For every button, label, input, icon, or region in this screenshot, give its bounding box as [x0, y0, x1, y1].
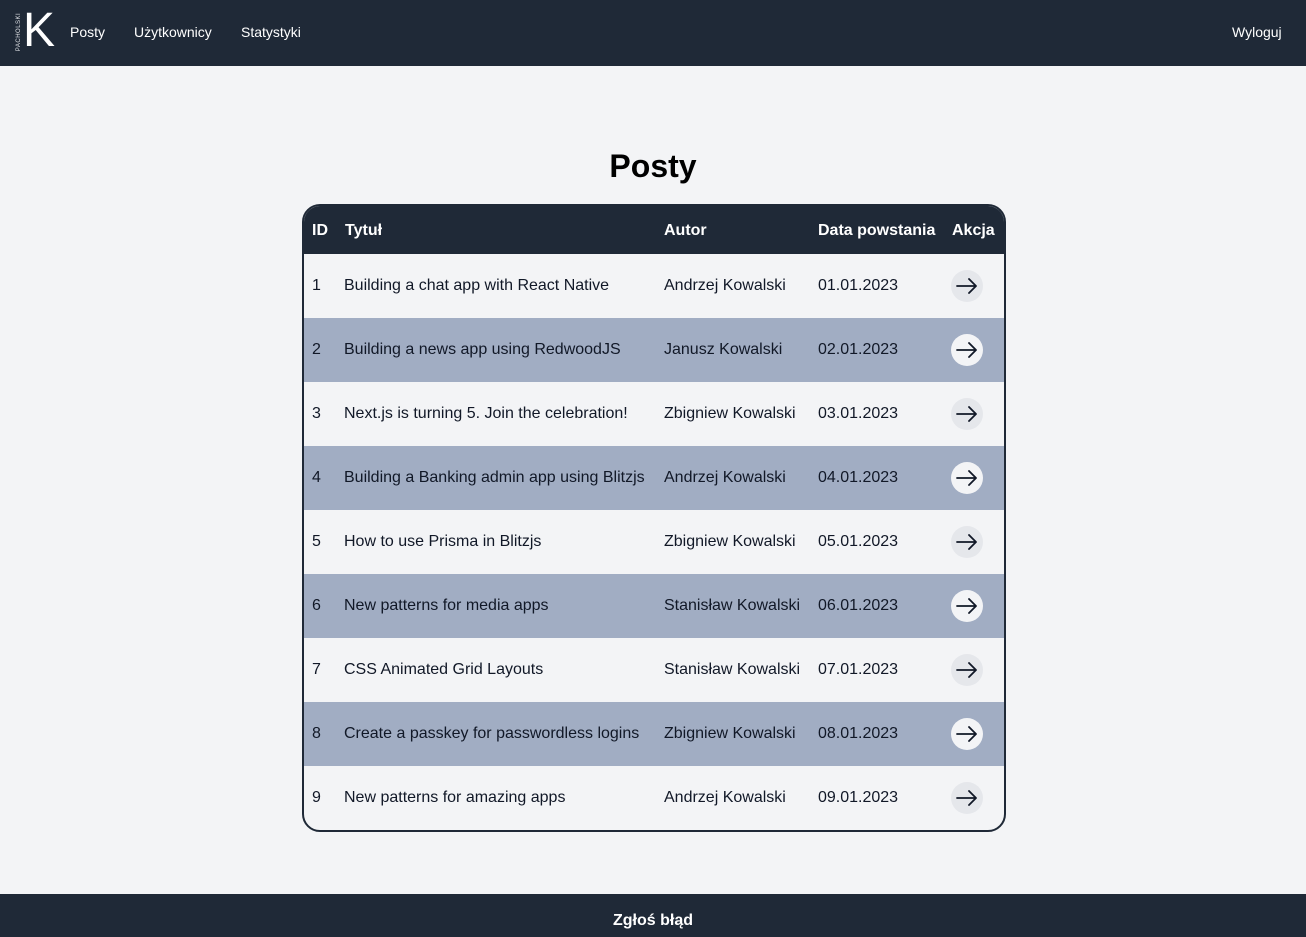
open-post-button[interactable]	[951, 590, 983, 622]
table-row: 4 Building a Banking admin app using Blit…	[304, 446, 1004, 510]
header-id: ID	[312, 222, 328, 239]
arrow-right-icon	[956, 790, 978, 806]
cell-title: How to use Prisma in Blitzjs	[344, 533, 542, 550]
cell-author: Zbigniew Kowalski	[664, 533, 796, 550]
logo-letter: K	[23, 4, 56, 57]
open-post-button[interactable]	[951, 398, 983, 430]
cell-title: Building a chat app with React Native	[344, 277, 610, 294]
header-title: Tytuł	[345, 222, 383, 239]
cell-date: 07.01.2023	[818, 661, 899, 678]
table-row: 3 Next.js is turning 5. Join the celebrat…	[304, 382, 1004, 446]
cell-title: New patterns for amazing apps	[344, 789, 566, 806]
cell-author: Andrzej Kowalski	[664, 789, 786, 806]
cell-title: Building a news app using RedwoodJS	[344, 341, 621, 358]
header-author: Autor	[664, 222, 707, 239]
table-row: 7 CSS Animated Grid Layouts Stanisław Kowa…	[304, 638, 1004, 702]
cell-title: New patterns for media apps	[344, 597, 549, 614]
logo-wordmark: PACHOLSKI	[16, 12, 22, 52]
nav-item-posts[interactable]: Posty	[70, 24, 105, 40]
table-header: ID Tytuł Autor Data powstania Akcja	[304, 206, 1004, 254]
cell-date: 02.01.2023	[818, 341, 899, 358]
open-post-button[interactable]	[951, 270, 983, 302]
cell-id: 1	[312, 277, 321, 294]
open-post-button[interactable]	[951, 334, 983, 366]
cell-author: Andrzej Kowalski	[664, 277, 786, 294]
footer: Zgłoś błąd	[0, 894, 1306, 937]
cell-author: Andrzej Kowalski	[664, 469, 786, 486]
top-navbar: PACHOLSKI K Posty Użytkownicy Statystyki…	[0, 0, 1306, 66]
cell-author: Janusz Kowalski	[664, 341, 783, 358]
cell-date: 05.01.2023	[818, 533, 899, 550]
table-row: 5 How to use Prisma in Blitzjs Zbigniew Ko…	[304, 510, 1004, 574]
table-row: 8 Create a passkey for passwordless login…	[304, 702, 1004, 766]
cell-id: 3	[312, 405, 321, 422]
cell-date: 01.01.2023	[818, 277, 899, 294]
open-post-button[interactable]	[951, 526, 983, 558]
cell-title: Create a passkey for passwordless logins	[344, 725, 640, 742]
arrow-right-icon	[956, 534, 978, 550]
open-post-button[interactable]	[951, 462, 983, 494]
open-post-button[interactable]	[951, 654, 983, 686]
logout-link[interactable]: Wyloguj	[1232, 24, 1282, 40]
cell-date: 06.01.2023	[818, 597, 899, 614]
cell-date: 03.01.2023	[818, 405, 899, 422]
cell-date: 04.01.2023	[818, 469, 899, 486]
cell-title: Next.js is turning 5. Join the celebrati…	[344, 405, 628, 422]
nav-item-users[interactable]: Użytkownicy	[134, 24, 212, 40]
cell-id: 7	[312, 661, 321, 678]
cell-author: Zbigniew Kowalski	[664, 725, 796, 742]
arrow-right-icon	[956, 278, 978, 294]
table-row: 2 Building a news app using RedwoodJS Janu…	[304, 318, 1004, 382]
arrow-right-icon	[956, 726, 978, 742]
cell-id: 2	[312, 341, 321, 358]
cell-date: 08.01.2023	[818, 725, 899, 742]
cell-title: CSS Animated Grid Layouts	[344, 661, 544, 678]
nav-item-statistics[interactable]: Statystyki	[241, 24, 301, 40]
cell-date: 09.01.2023	[818, 789, 899, 806]
open-post-button[interactable]	[951, 782, 983, 814]
header-action: Akcja	[952, 222, 995, 239]
arrow-right-icon	[956, 406, 978, 422]
cell-title: Building a Banking admin app using Blitz…	[344, 469, 645, 486]
arrow-right-icon	[956, 342, 978, 358]
header-date: Data powstania	[818, 222, 936, 239]
table-row: 9 New patterns for amazing apps Andrzej Ko…	[304, 766, 1004, 830]
cell-id: 5	[312, 533, 321, 550]
cell-author: Stanisław Kowalski	[664, 661, 801, 678]
page-title: Posty	[609, 148, 697, 184]
cell-id: 9	[312, 789, 321, 806]
cell-author: Stanisław Kowalski	[664, 597, 801, 614]
open-post-button[interactable]	[951, 718, 983, 750]
logo[interactable]: PACHOLSKI K	[12, 4, 56, 57]
cell-id: 8	[312, 725, 321, 742]
arrow-right-icon	[956, 598, 978, 614]
table-row: 6 New patterns for media apps Stanisław Ko…	[304, 574, 1004, 638]
table-row: 1 Building a chat app with React Native An…	[304, 254, 1004, 318]
cell-author: Zbigniew Kowalski	[664, 405, 796, 422]
cell-id: 4	[312, 469, 321, 486]
cell-id: 6	[312, 597, 321, 614]
arrow-right-icon	[956, 470, 978, 486]
posts-table: ID Tytuł Autor Data powstania Akcja 1 Bui…	[302, 204, 1006, 832]
report-bug-link[interactable]: Zgłoś błąd	[613, 912, 693, 929]
arrow-right-icon	[956, 662, 978, 678]
